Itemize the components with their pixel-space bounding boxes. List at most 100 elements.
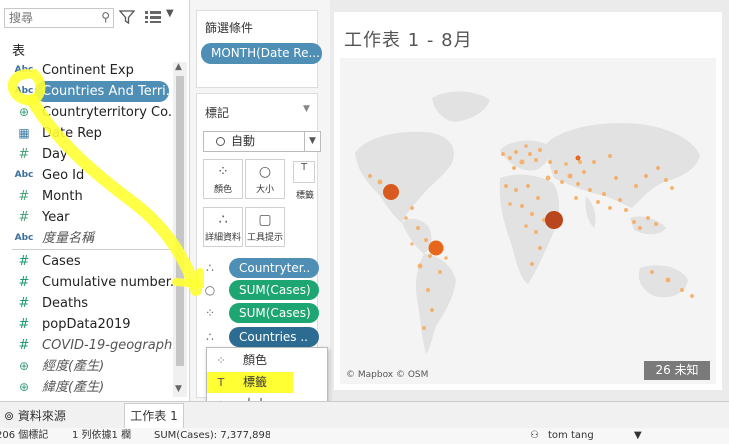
filter-icon[interactable] (119, 9, 135, 25)
tab-data-source[interactable]: ⊚ 資料來源 (4, 407, 66, 424)
sheet-title: 工作表 1 - 8月 (344, 30, 473, 51)
chevron-down-icon[interactable]: ▼ (166, 8, 174, 19)
abc-icon: Abc (14, 65, 34, 75)
world-map[interactable] (340, 58, 716, 384)
mark-pill[interactable]: SUM(Cases) (229, 303, 319, 323)
unknown-indicator[interactable]: 26 未知 (644, 361, 710, 380)
scroll-down-icon[interactable]: ▼ (175, 384, 182, 394)
status-rows-cols: 1 列依據1 欄 (72, 430, 132, 441)
field-item[interactable]: # COVID-19-geograph... (0, 335, 174, 356)
map-marker (575, 155, 581, 161)
field-item[interactable]: # Year (0, 207, 174, 228)
field-list-scrollbar[interactable]: ▲ ▼ (173, 62, 187, 397)
menu-item-color[interactable]: ⁘ 顏色 (207, 350, 327, 371)
field-label: Date Rep (42, 126, 102, 141)
chevron-down-icon[interactable]: ▼ (304, 132, 320, 151)
field-item[interactable]: Abc Countries And Terri... (0, 81, 174, 102)
status-bar: 206 個標記 1 列依據1 欄 SUM(Cases): 7,377,898 ⚇… (0, 428, 729, 444)
size-button[interactable]: ○ 大小 (245, 159, 285, 199)
number-icon: # (18, 275, 30, 290)
tab-bar: ⊚ 資料來源 工作表 1 (0, 401, 729, 429)
field-label: Geo Id (42, 168, 85, 183)
map-marker-large (428, 240, 444, 256)
mark-button-label: 大小 (255, 185, 274, 195)
search-icon[interactable]: ⚲ (101, 10, 110, 24)
field-item[interactable]: Abc Continent Exp (0, 60, 174, 81)
field-label: Month (42, 189, 83, 204)
dimension-measure-divider (12, 249, 172, 250)
field-item[interactable]: Abc 度量名稱 (0, 228, 174, 249)
status-sum: SUM(Cases): 7,377,898 (154, 430, 270, 441)
field-item[interactable]: # Deaths (0, 293, 174, 314)
number-icon: # (18, 147, 30, 162)
tab-sheet-1[interactable]: 工作表 1 (124, 403, 184, 429)
field-item[interactable]: # Cases (0, 251, 174, 272)
user-icon[interactable]: ⚇ (530, 428, 539, 444)
worksheet: 工作表 1 - 8月 © Mapbox © OSM 26 未知 (334, 12, 722, 390)
globe-icon: ⊕ (18, 359, 30, 373)
field-item[interactable]: ⊕ Countryterritory Co... (0, 102, 174, 123)
tooltip-icon: ▢ (258, 212, 272, 228)
field-item[interactable]: ⊕ 經度(產生) (0, 356, 174, 377)
globe-icon: ⊕ (18, 105, 30, 119)
search-box[interactable]: ⚲ (4, 8, 114, 28)
color-button[interactable]: ⁘ 顏色 (203, 159, 243, 199)
mark-type-dropdown[interactable]: 自動 ▼ (203, 131, 321, 152)
circle-icon (216, 137, 225, 146)
map-view[interactable]: © Mapbox © OSM 26 未知 (340, 58, 716, 384)
field-item[interactable]: # Month (0, 186, 174, 207)
number-icon: # (18, 189, 30, 204)
detail-button[interactable]: ∴ 詳細資料 (203, 207, 243, 247)
field-item[interactable]: # Cumulative number... (0, 272, 174, 293)
field-label: Cases (42, 254, 81, 269)
menu-item-text: 顏色 (243, 353, 268, 367)
field-item[interactable]: ⊕ 緯度(產生) (0, 377, 174, 398)
map-marker-large (383, 184, 399, 200)
field-item[interactable]: # Day (0, 144, 174, 165)
field-label: Cumulative number... (42, 275, 174, 290)
mark-pill[interactable]: Countryter.. (229, 258, 319, 278)
chevron-down-icon[interactable]: ▼ (634, 428, 642, 444)
size-icon: ○ (258, 164, 272, 180)
abc-icon: Abc (14, 170, 34, 180)
mark-type-value: 自動 (231, 134, 256, 148)
map-attribution[interactable]: © Mapbox © OSM (346, 370, 428, 380)
field-label: 經度(產生) (42, 359, 105, 374)
mark-pill[interactable]: Countries .. (229, 327, 319, 347)
label-icon: T (300, 162, 308, 173)
tooltip-button[interactable]: ▢ 工具提示 (245, 207, 285, 247)
field-item[interactable]: Abc Geo Id (0, 165, 174, 186)
data-source-icon: ⊚ (4, 409, 15, 423)
scroll-up-icon[interactable]: ▲ (175, 62, 182, 72)
number-icon: # (18, 317, 30, 332)
mark-pill[interactable]: SUM(Cases) (229, 280, 319, 300)
globe-icon: ⊕ (18, 380, 30, 394)
field-label: popData2019 (42, 317, 131, 332)
data-pane: ⚲ ▼ 表 Abc Continent Exp Abc Countries And T… (0, 0, 190, 401)
field-label: Day (42, 147, 68, 162)
search-input[interactable] (5, 9, 95, 27)
mark-button-label: 工具提示 (246, 233, 283, 243)
color-icon: ⁘ (216, 354, 226, 367)
view-options-icon[interactable] (145, 11, 161, 23)
filter-pill-month[interactable]: MONTH(Date Re... (201, 43, 322, 64)
field-label: Countries And Terri... (42, 84, 174, 99)
chevron-down-icon[interactable]: ▼ (303, 104, 310, 114)
number-icon: # (18, 296, 30, 311)
menu-item-label[interactable]: T 標籤 (207, 372, 327, 393)
field-label: Deaths (42, 296, 89, 311)
marks-title: 標記 (205, 106, 230, 120)
status-user[interactable]: tom tang (548, 428, 594, 444)
size-icon: ○ (204, 283, 216, 297)
mark-button-label: 詳細資料 (204, 233, 241, 243)
field-item[interactable]: # popData2019 (0, 314, 174, 335)
field-label: 緯度(產生) (42, 380, 105, 395)
label-button[interactable]: T 標籤 (293, 161, 315, 201)
scrollbar-thumb[interactable] (176, 76, 184, 366)
color-icon: ⁘ (217, 164, 229, 180)
calendar-icon: ▦ (18, 126, 30, 140)
mark-button-label: 顏色 (213, 185, 232, 195)
field-item[interactable]: ▦ Date Rep (0, 123, 174, 144)
color-icon: ⁘ (204, 306, 216, 320)
view-area: 工作表 1 - 8月 © Mapbox © OSM 26 未知 (330, 0, 729, 401)
